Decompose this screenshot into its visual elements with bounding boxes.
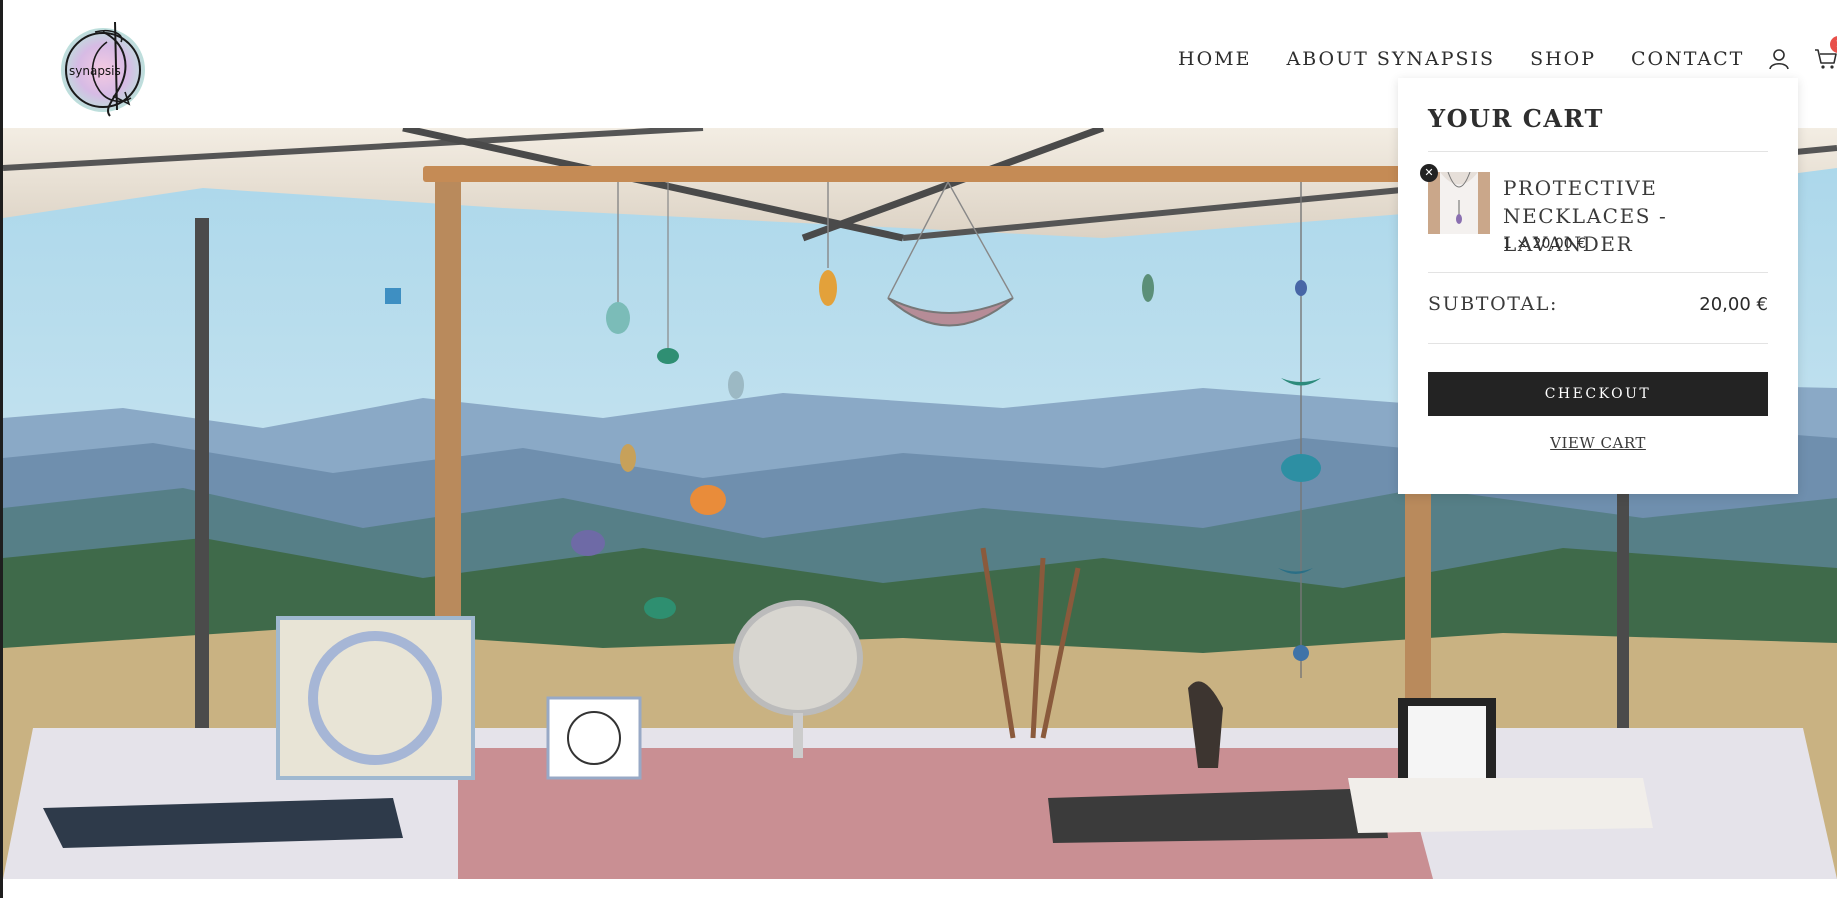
checkout-button[interactable]: Checkout [1428,372,1768,416]
cart-button[interactable]: 1 [1814,36,1837,70]
user-icon[interactable] [1768,48,1790,70]
mini-cart-divider [1428,343,1768,344]
subtotal-value: 20,00 € [1699,294,1768,315]
nav-home[interactable]: Home [1178,48,1251,70]
remove-item-close-icon[interactable]: ✕ [1420,164,1438,182]
nav-contact[interactable]: Contact [1631,48,1744,70]
view-cart-link[interactable]: View cart [1428,434,1768,452]
mini-cart-title: Your Cart [1428,104,1604,133]
synapsis-logo[interactable]: synapsis [55,12,157,120]
subtotal-label: Subtotal: [1428,293,1559,315]
product-thumbnail[interactable] [1428,172,1490,234]
nav-about-synapsis[interactable]: About Synapsis [1286,48,1495,70]
logo-wordmark: synapsis [69,64,121,78]
cart-line-item: ✕ Protective Necklaces - Lavander 1 × 20… [1420,164,1768,272]
nav-shop[interactable]: Shop [1530,48,1596,70]
main-navigation: Home About Synapsis Shop Contact 1 [1178,36,1837,70]
mini-cart-divider [1428,272,1768,273]
mini-cart-dropdown: Your Cart ✕ Protective Necklaces - Lavan… [1398,78,1798,494]
item-quantity-price: 1 × 20,00 € [1503,236,1586,252]
mini-cart-divider [1428,151,1768,152]
subtotal-row: Subtotal: 20,00 € [1428,293,1768,343]
